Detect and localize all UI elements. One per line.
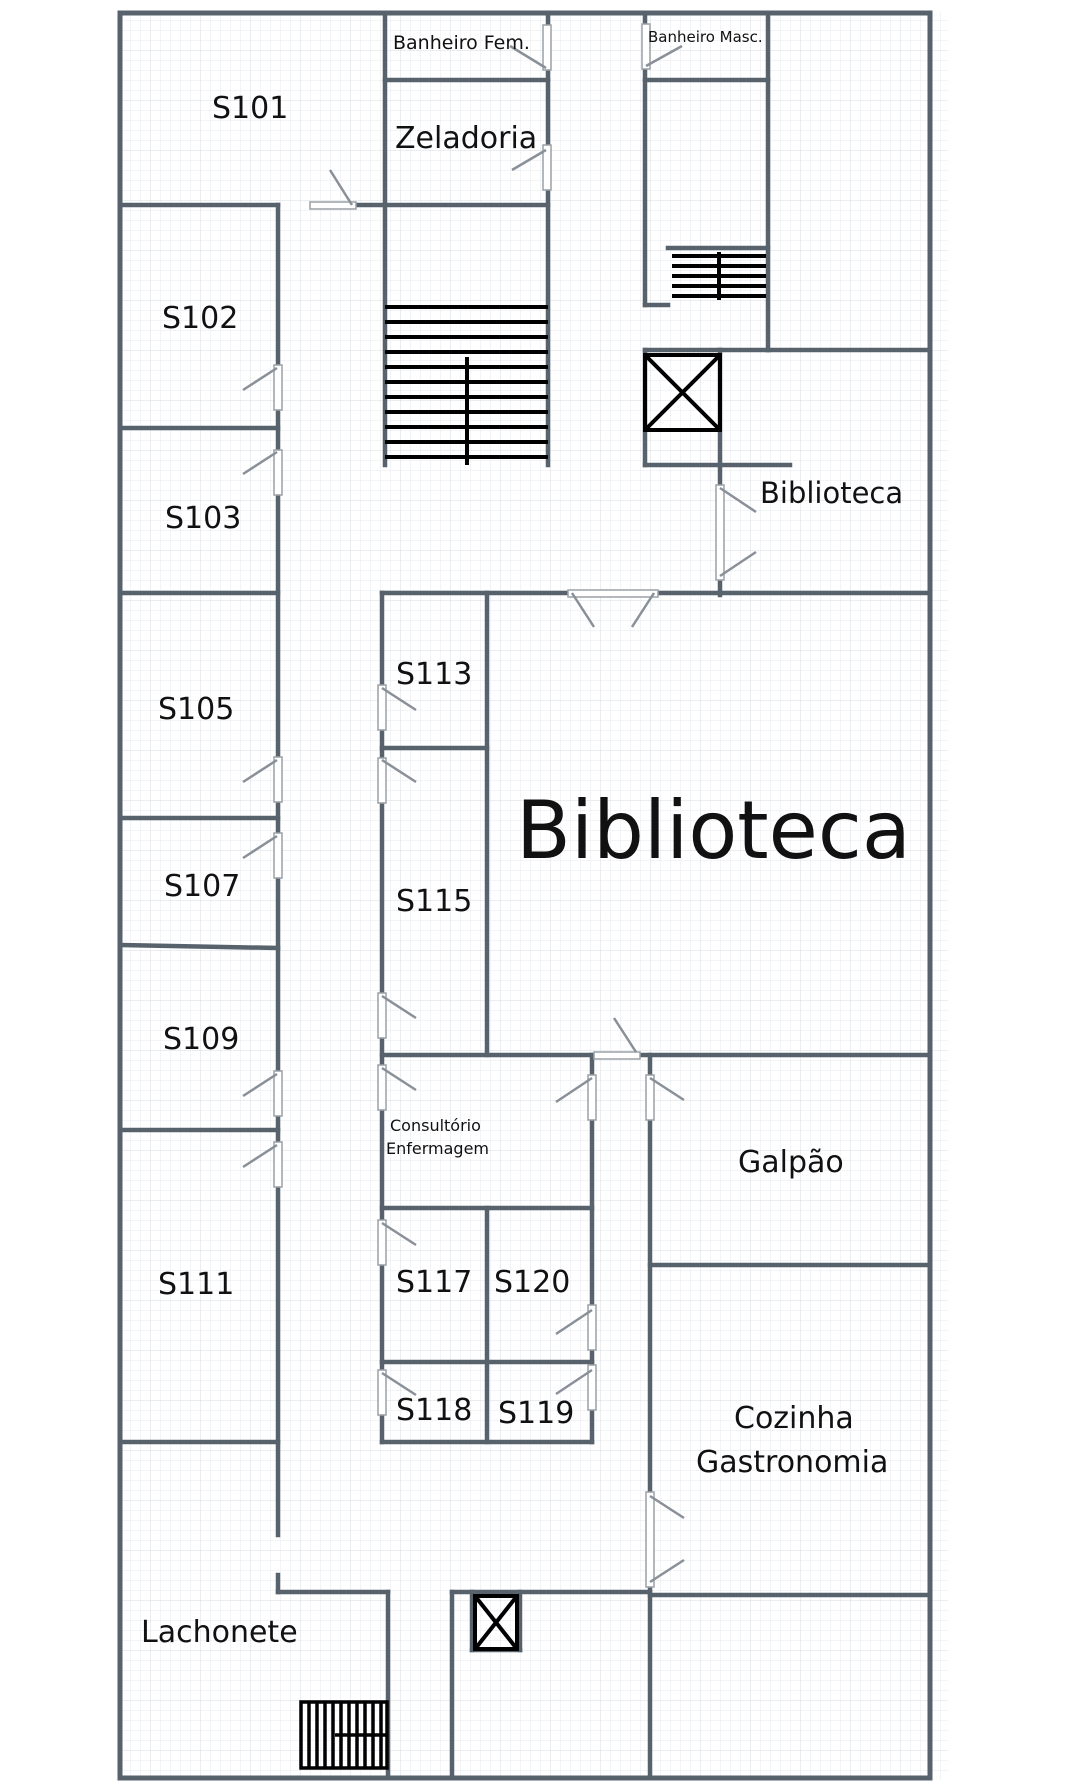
room-label-s103: S103 <box>165 501 241 536</box>
room-label-banheiro-fem: Banheiro Fem. <box>393 32 530 54</box>
floor-plan: S101 Banheiro Fem. Zeladoria Banheiro Ma… <box>117 10 948 1781</box>
room-label-s120: S120 <box>494 1265 570 1300</box>
room-label-s107: S107 <box>164 869 240 904</box>
room-label-s105: S105 <box>158 692 234 727</box>
room-label-consultorio: Consultório <box>390 1116 481 1135</box>
room-label-biblioteca-entrada: Biblioteca <box>760 476 903 510</box>
room-label-s102: S102 <box>162 301 238 336</box>
room-label-s119: S119 <box>498 1396 574 1431</box>
room-label-zeladoria: Zeladoria <box>395 121 537 156</box>
room-label-biblioteca: Biblioteca <box>516 784 911 877</box>
room-label-enfermagem: Enfermagem <box>386 1139 489 1158</box>
room-label-s118: S118 <box>396 1393 472 1428</box>
room-label-s115: S115 <box>396 884 472 919</box>
room-label-s109: S109 <box>163 1022 239 1057</box>
room-label-cozinha: Cozinha <box>734 1401 854 1436</box>
grid-background <box>118 12 948 1780</box>
room-label-galpao: Galpão <box>738 1145 844 1180</box>
room-label-s101: S101 <box>212 91 288 126</box>
room-label-s117: S117 <box>396 1265 472 1300</box>
room-label-gastronomia: Gastronomia <box>696 1445 888 1480</box>
room-label-banheiro-masc: Banheiro Masc. <box>648 28 763 46</box>
room-label-s113: S113 <box>396 657 472 692</box>
room-label-lachonete: Lachonete <box>141 1615 298 1650</box>
room-label-s111: S111 <box>158 1267 234 1302</box>
